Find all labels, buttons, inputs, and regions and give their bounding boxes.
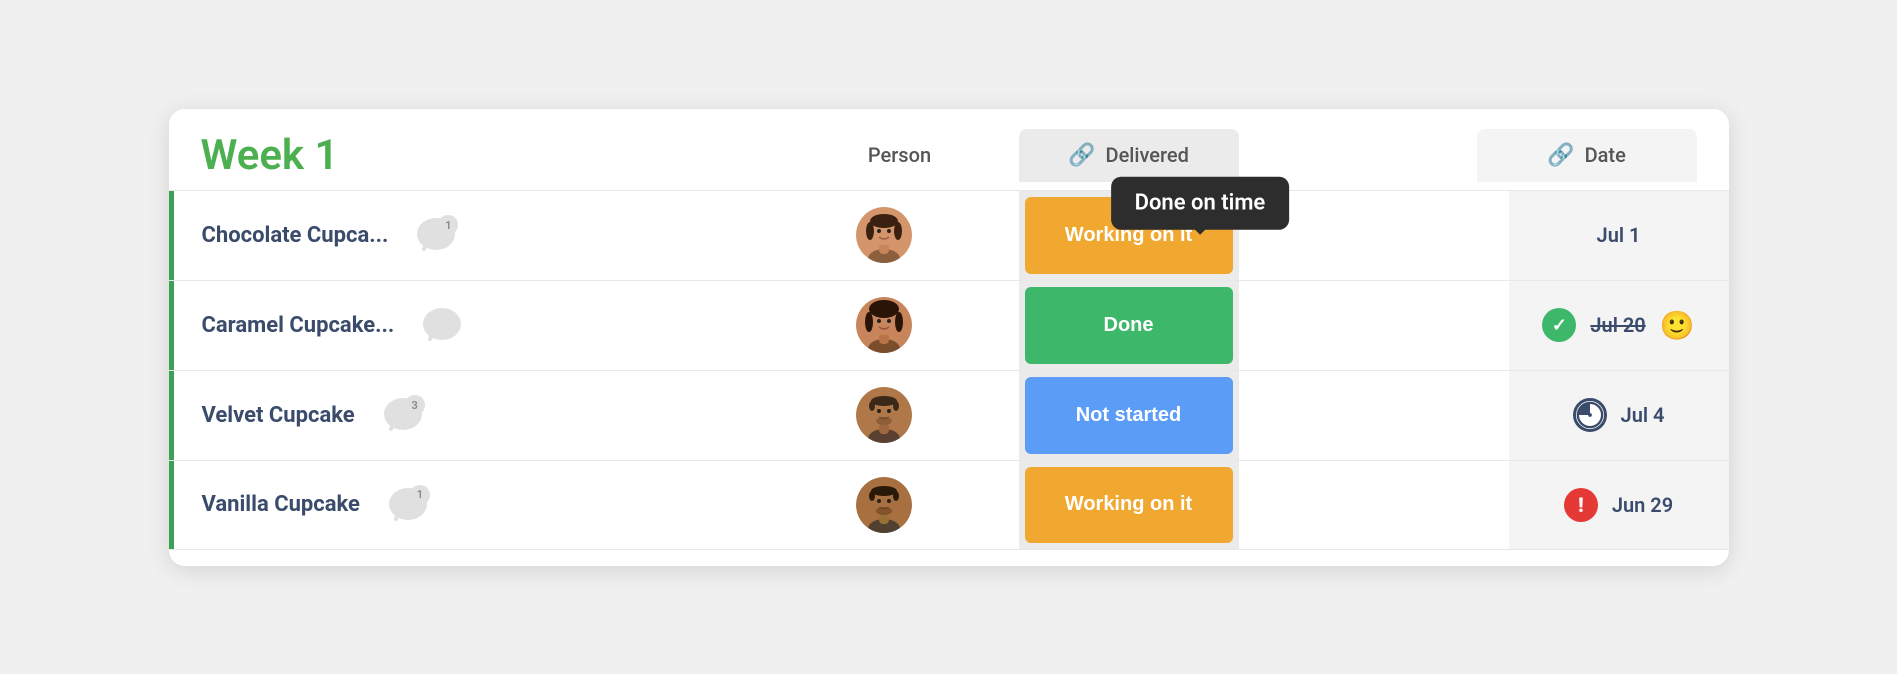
col-person-label: Person <box>868 143 931 167</box>
row-name-cell: Vanilla Cupcake 1 <box>169 461 749 549</box>
table-row: Caramel Cupcake... <box>169 280 1729 370</box>
row-name-cell: Caramel Cupcake... <box>169 281 749 370</box>
clock-icon <box>1573 398 1607 432</box>
date-cell: ✓ Jul 20 🙂 <box>1509 281 1729 370</box>
date-cell: Jul 1 <box>1509 191 1729 280</box>
chat-icon <box>420 303 464 347</box>
main-card: Week 1 Person 🔗 Delivered 🔗 Date Chocola… <box>169 109 1729 566</box>
status-button[interactable]: Working on it <box>1025 467 1233 543</box>
status-cell: Working on it Done on time <box>1019 191 1239 280</box>
table-row: Velvet Cupcake 3 <box>169 370 1729 460</box>
col-delivered-header: 🔗 Delivered <box>1019 129 1239 182</box>
chat-bubble[interactable]: 1 <box>386 483 430 527</box>
chat-badge: 3 <box>405 395 425 415</box>
col-date-label: Date <box>1585 143 1626 167</box>
avatar <box>856 387 912 443</box>
person-cell <box>749 371 1019 460</box>
week-title: Week 1 <box>201 131 781 180</box>
person-cell <box>749 461 1019 549</box>
check-circle-icon: ✓ <box>1542 308 1576 342</box>
status-cell: Working on it <box>1019 461 1239 549</box>
status-button[interactable]: Done <box>1025 287 1233 364</box>
row-name-cell: Velvet Cupcake 3 <box>169 371 749 460</box>
chat-bubble[interactable] <box>420 303 464 347</box>
chat-bubble[interactable]: 3 <box>381 393 425 437</box>
date-cell: ! Jun 29 <box>1509 461 1729 549</box>
date-text: Jul 20 <box>1590 313 1645 337</box>
status-cell: Not started <box>1019 371 1239 460</box>
status-cell: Done <box>1019 281 1239 370</box>
person-cell <box>749 281 1019 370</box>
delivered-link-icon: 🔗 <box>1068 143 1095 168</box>
avatar <box>856 207 912 263</box>
header-row: Week 1 Person 🔗 Delivered 🔗 Date <box>169 109 1729 190</box>
avatar <box>856 297 912 353</box>
col-date-header: 🔗 Date <box>1477 129 1697 182</box>
chat-bubble[interactable]: 1 <box>414 213 458 257</box>
chat-badge: 1 <box>410 485 430 505</box>
tooltip-container: Done on time <box>1111 177 1290 230</box>
date-text: Jul 1 <box>1597 223 1641 247</box>
row-name: Chocolate Cupca... <box>202 223 389 248</box>
col-delivered-label: Delivered <box>1106 143 1189 167</box>
date-link-icon: 🔗 <box>1547 143 1574 168</box>
date-text: Jun 29 <box>1612 493 1673 517</box>
error-icon: ! <box>1564 488 1598 522</box>
smiley-icon: 🙂 <box>1660 309 1695 342</box>
table-row: Vanilla Cupcake 1 <box>169 460 1729 550</box>
avatar <box>856 477 912 533</box>
status-button[interactable]: Not started <box>1025 377 1233 454</box>
person-cell <box>749 191 1019 280</box>
rows-container: Chocolate Cupca... 1 <box>169 190 1729 566</box>
col-person-header: Person <box>781 143 1019 167</box>
row-name: Vanilla Cupcake <box>202 492 360 517</box>
table-row: Chocolate Cupca... 1 <box>169 190 1729 280</box>
row-name: Caramel Cupcake... <box>202 313 395 338</box>
date-cell: Jul 4 <box>1509 371 1729 460</box>
row-name: Velvet Cupcake <box>202 403 355 428</box>
date-text: Jul 4 <box>1621 403 1665 427</box>
row-name-cell: Chocolate Cupca... 1 <box>169 191 749 280</box>
tooltip-box: Done on time <box>1111 177 1290 230</box>
